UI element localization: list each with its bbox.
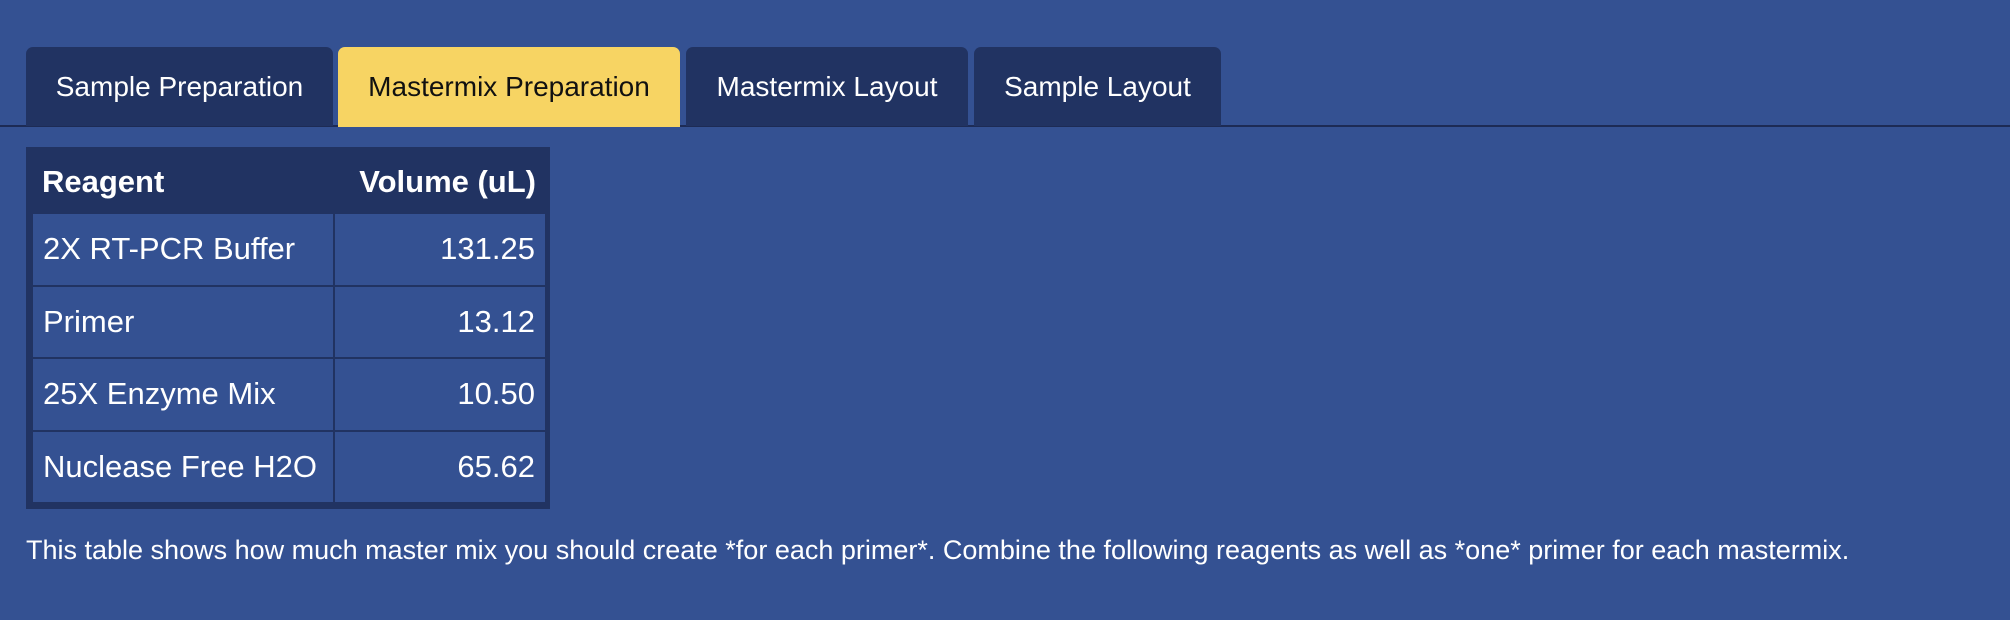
instruction-note: This table shows how much master mix you… — [26, 535, 1850, 565]
tab-mastermix-layout[interactable]: Mastermix Layout — [686, 47, 968, 126]
volume-cell: 65.62 — [333, 429, 547, 504]
tab-bar: Sample Preparation Mastermix Preparation… — [0, 47, 2010, 127]
column-header-reagent: Reagent — [32, 151, 334, 213]
table-header-row: Reagent Volume (uL) — [32, 151, 546, 213]
table-row: 2X RT-PCR Buffer 131.25 — [31, 212, 547, 287]
reagent-cell: Nuclease Free H2O — [31, 429, 335, 504]
reagent-table: Reagent Volume (uL) 2X RT-PCR Buffer 131… — [31, 151, 547, 504]
volume-cell: 13.12 — [333, 284, 547, 359]
reagent-cell: Primer — [31, 284, 335, 359]
table-row: Primer 13.12 — [31, 284, 547, 359]
volume-cell: 131.25 — [333, 212, 547, 287]
table-row: Nuclease Free H2O 65.62 — [31, 429, 547, 504]
table-row: 25X Enzyme Mix 10.50 — [31, 357, 547, 432]
column-header-volume: Volume (uL) — [334, 151, 546, 213]
reagent-cell: 2X RT-PCR Buffer — [31, 212, 335, 287]
tab-sample-layout[interactable]: Sample Layout — [974, 47, 1221, 126]
reagent-cell: 25X Enzyme Mix — [31, 357, 335, 432]
reagent-table-container: Reagent Volume (uL) 2X RT-PCR Buffer 131… — [26, 147, 550, 509]
volume-cell: 10.50 — [333, 357, 547, 432]
tab-mastermix-preparation[interactable]: Mastermix Preparation — [338, 47, 680, 127]
tab-sample-preparation[interactable]: Sample Preparation — [26, 47, 333, 126]
